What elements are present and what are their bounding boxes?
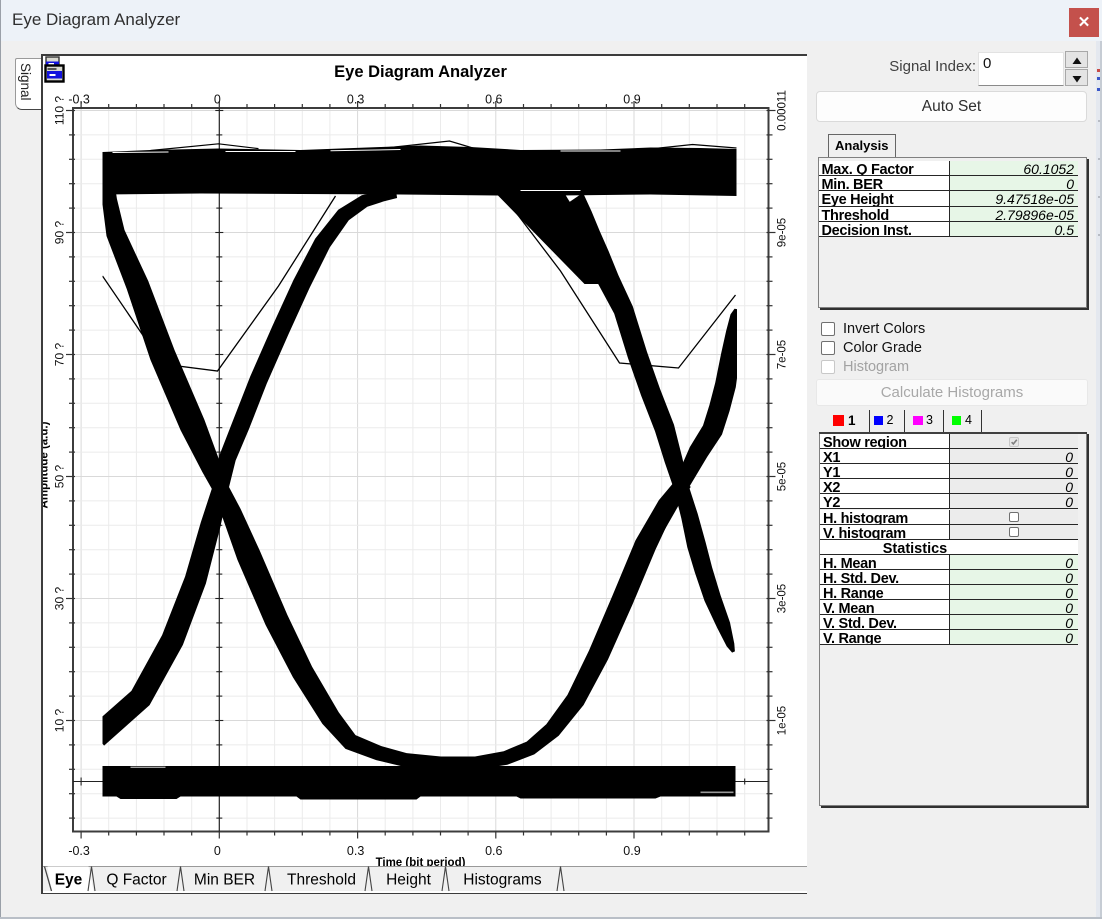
svg-text:0: 0 <box>213 844 220 858</box>
svg-text:0.6: 0.6 <box>485 93 502 107</box>
svg-text:Amplitude (a.u.): Amplitude (a.u.) <box>43 421 51 508</box>
svg-text:110 ?: 110 ? <box>52 96 66 125</box>
svg-text:90 ?: 90 ? <box>52 220 66 244</box>
svg-text:3e-05: 3e-05 <box>776 584 788 613</box>
svg-text:Eye Diagram Analyzer: Eye Diagram Analyzer <box>334 63 507 81</box>
svg-text:1e-05: 1e-05 <box>776 706 788 735</box>
svg-text:7e-05: 7e-05 <box>776 340 788 369</box>
svg-text:Height: Height <box>386 872 431 889</box>
svg-text:0.3: 0.3 <box>346 93 363 107</box>
svg-text:0.00011: 0.00011 <box>776 90 788 131</box>
svg-text:Eye: Eye <box>54 872 82 889</box>
svg-text:0.9: 0.9 <box>623 93 640 107</box>
svg-text:50 ?: 50 ? <box>52 464 66 488</box>
svg-text:-0.3: -0.3 <box>68 844 90 858</box>
svg-text:10 ?: 10 ? <box>52 708 66 732</box>
svg-text:Histograms: Histograms <box>463 872 542 889</box>
svg-text:Min BER: Min BER <box>193 872 254 889</box>
svg-text:Threshold: Threshold <box>287 872 356 889</box>
svg-text:0.6: 0.6 <box>485 844 502 858</box>
svg-text:Q Factor: Q Factor <box>106 872 166 889</box>
svg-text:0.3: 0.3 <box>346 844 363 858</box>
svg-text:70 ?: 70 ? <box>52 342 66 366</box>
svg-text:30 ?: 30 ? <box>52 586 66 610</box>
svg-text:9e-05: 9e-05 <box>776 218 788 247</box>
svg-text:-0.3: -0.3 <box>68 93 90 107</box>
svg-text:5e-05: 5e-05 <box>776 462 788 491</box>
svg-text:0.9: 0.9 <box>623 844 640 858</box>
svg-text:0: 0 <box>213 93 220 107</box>
